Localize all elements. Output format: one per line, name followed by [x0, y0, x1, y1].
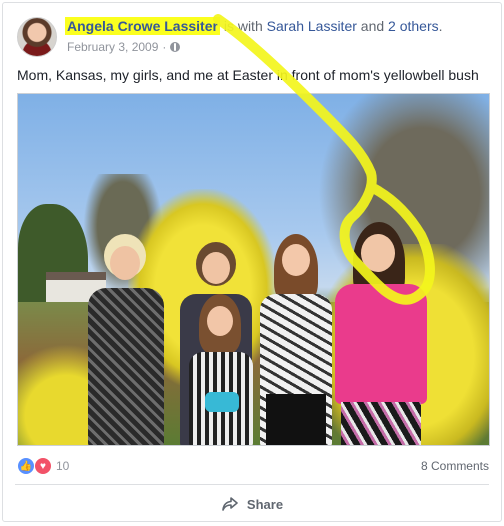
share-label: Share [246, 496, 284, 512]
reaction-count: 10 [56, 459, 70, 473]
post-date-link[interactable]: February 3, 2009 [67, 40, 158, 54]
post-header: Angela Crowe Lassiter is with Sarah Lass… [17, 15, 491, 59]
avatar[interactable] [17, 17, 57, 57]
period-text: . [438, 18, 443, 34]
photo-person-girl-small [183, 294, 258, 445]
post-text: Mom, Kansas, my girls, and me at Easter … [17, 67, 479, 83]
photo-person-girl-tall [256, 234, 336, 445]
photo-person-grandma [80, 234, 170, 445]
post-meta: February 3, 2009 · [67, 40, 181, 54]
post-card: Angela Crowe Lassiter is with Sarah Lass… [2, 2, 502, 522]
author-name-link[interactable]: Angela Crowe Lassiter [65, 17, 220, 35]
others-link[interactable]: 2 others [388, 18, 439, 34]
reactions-summary[interactable]: 👍 ♥ 10 [17, 457, 69, 475]
with-text: is with [223, 18, 263, 34]
comments-count-link[interactable]: 8 Comments [421, 459, 489, 473]
post-author-line: Angela Crowe Lassiter is with Sarah Lass… [65, 17, 443, 35]
globe-icon[interactable] [170, 42, 181, 52]
like-icon: 👍 [17, 457, 35, 475]
post-photo[interactable] [17, 93, 490, 446]
dot-separator: · [162, 40, 167, 54]
share-button[interactable]: Share [3, 493, 501, 515]
share-arrow-icon [222, 497, 238, 511]
love-icon: ♥ [34, 457, 52, 475]
and-text: and [360, 18, 385, 34]
footer-divider [15, 484, 489, 485]
photo-person-angela [333, 222, 428, 445]
tagged-person-link[interactable]: Sarah Lassiter [267, 18, 357, 34]
